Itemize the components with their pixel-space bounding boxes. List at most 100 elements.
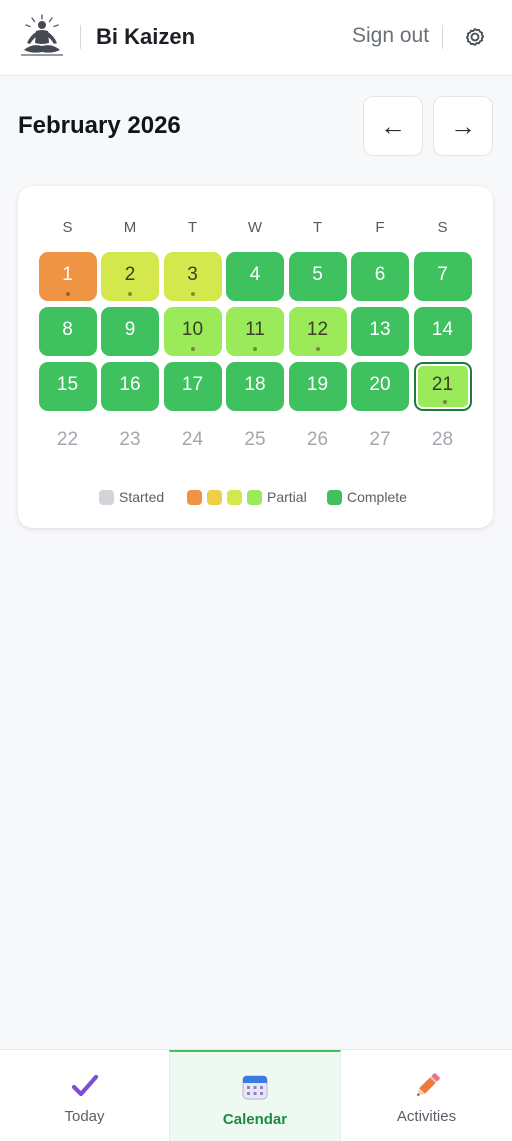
app-header: Bi Kaizen Sign out (0, 0, 512, 76)
day-number: 20 (369, 373, 391, 395)
activity-dot (128, 292, 132, 296)
weekday-label: W (247, 219, 263, 236)
calendar-legend: Started Partial Complete (18, 488, 493, 508)
tab-today[interactable]: Today (0, 1050, 169, 1141)
calendar-day[interactable]: 18 (226, 362, 284, 411)
day-number: 1 (62, 263, 73, 285)
weekday-label: F (375, 219, 385, 236)
calendar-day[interactable]: 9 (101, 307, 159, 356)
legend-label-complete: Complete (347, 489, 407, 505)
calendar-day[interactable]: 12 (288, 307, 347, 356)
legend-swatch-complete (327, 490, 342, 505)
calendar-card: SMTWTFS 1 2 3 4 5 6 7 8 9 10 11 12 13 14 15 16 17 18 19 20 2… (18, 186, 493, 528)
previous-month-button[interactable]: ← (363, 96, 423, 156)
calendar-day[interactable]: 25 (226, 417, 284, 466)
bottom-navigation: Today Calendar Activities (0, 1049, 512, 1141)
day-number: 27 (369, 428, 391, 450)
calendar-day[interactable]: 27 (351, 417, 409, 466)
day-number: 28 (431, 428, 454, 450)
tab-calendar[interactable]: Calendar (169, 1050, 341, 1141)
day-number: 9 (124, 318, 136, 340)
weekday-label: T (187, 219, 198, 236)
day-number: 21 (431, 373, 454, 395)
day-number: 16 (119, 373, 141, 395)
calendar-day[interactable]: 21 (413, 362, 472, 411)
activity-dot (65, 292, 70, 296)
calendar-day[interactable]: 16 (101, 362, 159, 411)
legend-swatch-partial (207, 490, 222, 505)
calendar-day[interactable]: 17 (163, 362, 222, 411)
day-number: 19 (306, 373, 329, 395)
tab-label: Activities (396, 1108, 457, 1125)
calendar-icon (242, 1075, 268, 1100)
tab-activities[interactable]: Activities (341, 1050, 512, 1141)
calendar-day[interactable]: 11 (226, 307, 284, 356)
activity-dot (190, 292, 195, 296)
header-divider (80, 25, 81, 49)
app-title: Bi Kaizen (96, 24, 196, 49)
day-number: 13 (369, 318, 391, 340)
calendar-day[interactable]: 1 (38, 252, 97, 301)
calendar-day[interactable]: 26 (289, 417, 347, 466)
day-number: 3 (187, 263, 198, 285)
activity-dot (315, 347, 320, 351)
day-number: 18 (244, 373, 266, 395)
day-number: 14 (431, 318, 454, 340)
calendar-day[interactable]: 6 (351, 252, 409, 301)
legend-swatch-started (99, 490, 114, 505)
calendar-day[interactable]: 3 (163, 252, 222, 301)
calendar-day[interactable]: 24 (164, 417, 222, 466)
tab-label: Today (64, 1108, 105, 1125)
legend-swatch-partial (247, 490, 262, 505)
activity-dot (253, 347, 257, 351)
weekday-label: S (437, 219, 448, 236)
day-number: 24 (181, 428, 204, 450)
calendar-day[interactable]: 13 (351, 307, 409, 356)
sign-out-link[interactable]: Sign out (352, 24, 429, 48)
day-number: 4 (249, 263, 261, 285)
activity-dot (442, 400, 447, 404)
calendar-day[interactable]: 4 (226, 252, 284, 301)
calendar-day[interactable]: 20 (351, 362, 409, 411)
calendar-day[interactable]: 15 (38, 362, 97, 411)
calendar-day[interactable]: 28 (414, 417, 472, 466)
weekday-label: S (62, 219, 73, 236)
month-title: February 2026 (18, 112, 181, 139)
legend-swatch-partial (227, 490, 242, 505)
calendar-day[interactable]: 5 (288, 252, 347, 301)
weekday-label: T (312, 219, 323, 236)
day-number: 23 (119, 428, 141, 450)
day-number: 15 (56, 373, 79, 395)
activity-dot (190, 347, 195, 351)
day-number: 26 (306, 428, 329, 450)
pencil-icon (416, 1073, 440, 1096)
day-number: 7 (437, 263, 448, 285)
day-number: 8 (62, 318, 73, 340)
legend-label-partial: Partial (267, 489, 307, 505)
day-number: 2 (124, 263, 136, 285)
calendar-day[interactable]: 7 (413, 252, 472, 301)
meditation-figure-icon (21, 14, 63, 56)
weekday-label: M (123, 219, 137, 236)
day-number: 12 (306, 318, 329, 340)
day-number: 10 (181, 318, 204, 340)
calendar-day[interactable]: 10 (163, 307, 222, 356)
next-month-button[interactable]: → (433, 96, 493, 156)
calendar-day[interactable]: 2 (101, 252, 159, 301)
calendar-day[interactable]: 19 (288, 362, 347, 411)
header-divider (442, 25, 443, 49)
day-number: 5 (312, 263, 323, 285)
legend-label-started: Started (119, 489, 165, 505)
day-number: 25 (244, 428, 266, 450)
day-number: 22 (56, 428, 79, 450)
calendar-day[interactable]: 8 (38, 307, 97, 356)
calendar-day[interactable]: 23 (101, 417, 159, 466)
gear-icon[interactable] (462, 24, 488, 50)
day-number: 11 (245, 318, 265, 340)
day-number: 6 (374, 263, 386, 285)
calendar-day[interactable]: 14 (413, 307, 472, 356)
calendar-day[interactable]: 22 (39, 417, 97, 466)
tab-label: Calendar (222, 1111, 288, 1128)
checkmark-icon (71, 1074, 98, 1097)
day-number: 17 (181, 373, 204, 395)
